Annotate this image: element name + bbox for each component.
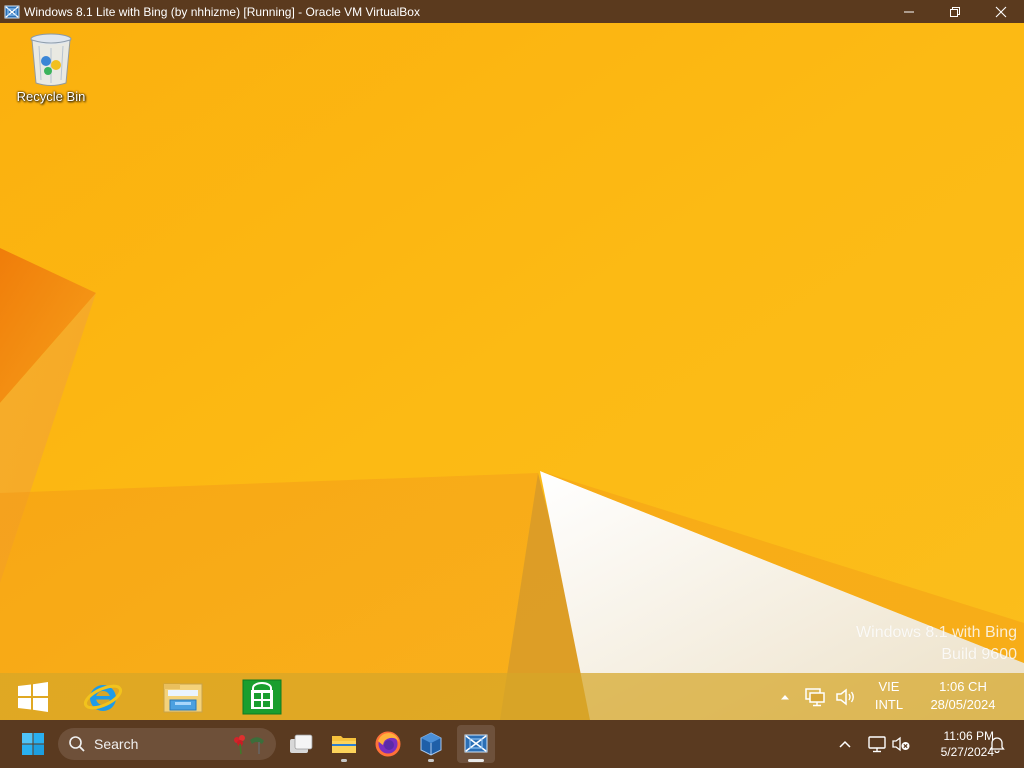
guest-keyboard-layout: INTL [874,697,904,712]
host-virtualbox-vm-button[interactable] [457,725,495,763]
close-button[interactable] [978,0,1024,23]
windows-watermark: Windows 8.1 with Bing Build 9600 [856,622,1017,666]
volume-muted-icon [892,736,910,752]
recycle-bin-icon [30,33,72,86]
guest-time: 1:06 CH [939,679,987,694]
host-taskbar: Search 11:06 PM 5/27/2024 [0,720,1024,768]
host-show-hidden-icons-button[interactable] [834,732,856,756]
windows-logo-icon [22,733,44,755]
guest-clock[interactable]: 1:06 CH 28/05/2024 [918,678,1008,714]
volume-icon [836,688,854,706]
host-file-explorer-button[interactable] [325,725,363,763]
minimize-icon [904,11,914,12]
active-indicator [468,759,484,762]
watermark-build: Build 9600 [941,646,1017,663]
watermark-edition: Windows 8.1 with Bing [856,624,1017,641]
running-indicator [341,759,347,762]
close-icon [995,6,1007,17]
store-icon [242,679,282,714]
internet-explorer-icon [83,684,123,711]
task-view-icon [290,734,313,753]
host-network-button[interactable] [866,732,888,756]
host-clock[interactable]: 11:06 PM 5/27/2024 [918,728,994,760]
host-search-box[interactable]: Search [58,728,276,760]
window-controls [886,0,1024,23]
restore-icon [950,6,960,17]
search-icon [69,736,85,752]
virtualbox-icon [420,732,442,756]
search-placeholder: Search [94,736,139,752]
virtualbox-vm-icon [4,5,20,18]
guest-store-button[interactable] [229,676,295,717]
wallpaper [0,23,1024,720]
host-date: 5/27/2024 [940,745,994,759]
chevron-up-icon [781,695,789,700]
guest-start-button[interactable] [0,676,66,717]
virtualbox-title-bar[interactable]: Windows 8.1 Lite with Bing (by nhhizme) … [0,0,1024,23]
host-start-button[interactable] [14,725,52,763]
windows-logo-icon [18,681,48,712]
recycle-bin-shortcut[interactable]: Recycle Bin [8,31,94,104]
guest-input-language[interactable]: VIE INTL [862,678,916,714]
search-highlight-icon [234,735,264,755]
host-time: 11:06 PM [943,729,994,743]
guest-date: 28/05/2024 [930,697,996,712]
guest-network-button[interactable] [804,687,826,707]
guest-volume-button[interactable] [835,687,857,707]
folder-icon [332,736,356,753]
recycle-bin-label: Recycle Bin [16,89,86,104]
virtualbox-vm-icon [464,734,488,753]
screen: Windows 8.1 Lite with Bing (by nhhizme) … [0,0,1024,768]
guest-language-code: VIE [878,679,900,694]
guest-show-hidden-icons-button[interactable] [774,687,796,707]
host-volume-button[interactable] [890,732,912,756]
host-task-view-button[interactable] [282,725,320,763]
guest-file-explorer-button[interactable] [150,676,216,717]
chevron-up-icon [839,740,851,748]
guest-desktop[interactable]: Recycle Bin Windows 8.1 with Bing Build … [0,23,1024,720]
network-icon [805,688,825,707]
guest-internet-explorer-button[interactable] [70,676,136,717]
minimize-button[interactable] [886,0,932,23]
notification-bell-icon [989,737,1005,753]
window-title: Windows 8.1 Lite with Bing (by nhhizme) … [24,4,420,19]
host-virtualbox-manager-button[interactable] [412,725,450,763]
folder-icon [163,683,203,712]
guest-taskbar: VIE INTL 1:06 CH 28/05/2024 [0,673,1024,720]
host-notifications-button[interactable] [986,732,1008,756]
firefox-icon [375,731,401,757]
restore-button[interactable] [932,0,978,23]
network-icon [868,736,886,753]
host-firefox-button[interactable] [369,725,407,763]
running-indicator [428,759,434,762]
